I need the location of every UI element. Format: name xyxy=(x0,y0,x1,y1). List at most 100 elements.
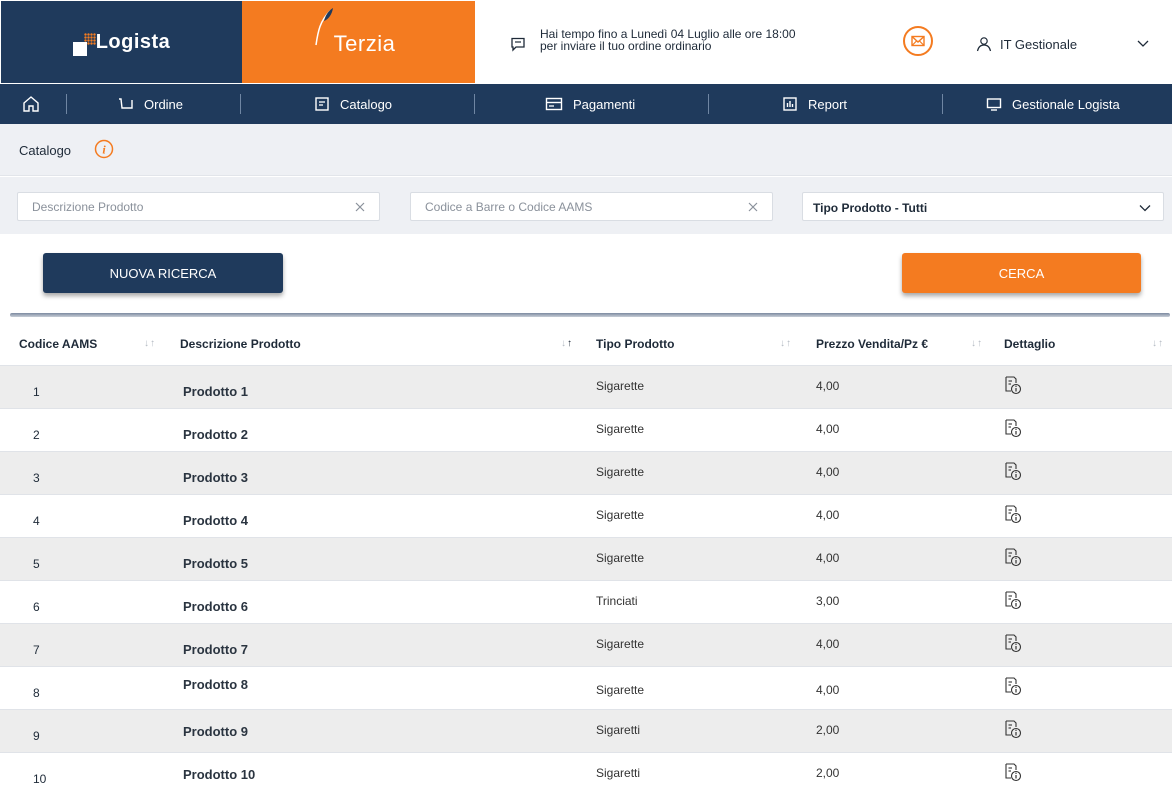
detail-icon[interactable] xyxy=(1004,461,1022,481)
column-header-type[interactable]: Tipo Prodotto xyxy=(596,337,674,351)
cell-code: 5 xyxy=(33,557,40,571)
column-header-description[interactable]: Descrizione Prodotto xyxy=(180,337,301,351)
detail-icon[interactable] xyxy=(1004,418,1022,438)
cell-code: 1 xyxy=(33,385,40,399)
table-row[interactable]: 10 Prodotto 10 Sigaretti 2,00 xyxy=(0,753,1172,794)
nav-item-gestionale[interactable]: Gestionale Logista xyxy=(986,84,1120,124)
detail-icon[interactable] xyxy=(1004,719,1022,739)
barcode-input[interactable] xyxy=(411,193,772,220)
sort-price-icon[interactable]: ↓↑ xyxy=(971,338,983,349)
table-row[interactable]: 2 Prodotto 2 Sigarette 4,00 xyxy=(0,409,1172,452)
cell-type: Sigarette xyxy=(596,637,645,651)
app-header: Logista Terzia Hai tempo fino a Lunedì 0… xyxy=(0,0,1172,84)
nav-item-ordine[interactable]: Ordine xyxy=(118,84,183,124)
description-input[interactable] xyxy=(18,193,379,220)
nav-item-label: Gestionale Logista xyxy=(1012,96,1120,112)
sort-code-icon[interactable]: ↓↑ xyxy=(144,338,156,349)
chevron-down-icon[interactable] xyxy=(1136,38,1150,48)
page-title: Catalogo xyxy=(19,143,72,158)
filter-bar: Tipo Prodotto - Tutti xyxy=(0,177,1172,234)
monitor-icon xyxy=(986,98,1002,111)
detail-icon[interactable] xyxy=(1004,375,1022,395)
detail-icon[interactable] xyxy=(1004,762,1022,782)
description-field xyxy=(17,192,380,221)
table-header: Codice AAMS ↓↑ Descrizione Prodotto ↓↑ T… xyxy=(0,322,1172,366)
main-nav: Ordine Catalogo Pagamenti Report Gestion… xyxy=(0,84,1172,124)
cell-type: Sigaretti xyxy=(596,723,641,737)
nav-home[interactable] xyxy=(22,84,40,124)
cell-price: 2,00 xyxy=(816,766,840,780)
cell-type: Sigaretti xyxy=(596,766,641,780)
sort-description-icon[interactable]: ↓↑ xyxy=(561,338,573,349)
cell-price: 2,00 xyxy=(816,723,840,737)
table-row[interactable]: 3 Prodotto 3 Sigarette 4,00 xyxy=(0,452,1172,495)
column-header-code[interactable]: Codice AAMS xyxy=(19,337,97,351)
clear-barcode-icon[interactable] xyxy=(748,202,758,212)
nav-item-report[interactable]: Report xyxy=(782,84,847,124)
terzia-logo-text: Terzia xyxy=(333,31,396,56)
order-deadline-notice: Hai tempo fino a Lunedì 04 Luglio alle o… xyxy=(510,28,796,52)
message-icon xyxy=(511,37,525,52)
detail-icon[interactable] xyxy=(1004,590,1022,610)
nav-separator xyxy=(66,94,67,114)
column-header-price[interactable]: Prezzo Vendita/Pz € xyxy=(816,337,928,351)
cell-description: Prodotto 5 xyxy=(183,556,248,571)
barcode-field xyxy=(410,192,773,221)
product-type-selected: Tipo Prodotto - Tutti xyxy=(813,201,928,215)
product-type-select[interactable]: Tipo Prodotto - Tutti xyxy=(802,192,1164,221)
cell-price: 3,00 xyxy=(816,594,840,608)
nav-separator xyxy=(474,94,475,114)
cell-type: Trinciati xyxy=(596,594,638,608)
user-icon xyxy=(976,37,992,52)
cell-code: 9 xyxy=(33,729,40,743)
nav-item-label: Report xyxy=(808,96,848,112)
detail-icon[interactable] xyxy=(1004,547,1022,567)
terzia-logo[interactable]: Terzia xyxy=(242,1,475,83)
nav-item-pagamenti[interactable]: Pagamenti xyxy=(545,84,635,124)
home-icon xyxy=(23,96,39,112)
chevron-down-icon xyxy=(1139,205,1151,212)
clear-description-icon[interactable] xyxy=(355,202,365,212)
cell-code: 8 xyxy=(33,686,40,700)
cell-code: 3 xyxy=(33,471,40,485)
notice-line-2: per inviare il tuo ordine ordinario xyxy=(540,39,712,53)
cell-description: Prodotto 3 xyxy=(183,470,248,485)
logista-logo[interactable]: Logista xyxy=(1,1,242,83)
cell-code: 2 xyxy=(33,428,40,442)
table-row[interactable]: 5 Prodotto 5 Sigarette 4,00 xyxy=(0,538,1172,581)
table-row[interactable]: 6 Prodotto 6 Trinciati 3,00 xyxy=(0,581,1172,624)
detail-icon[interactable] xyxy=(1004,504,1022,524)
cell-type: Sigarette xyxy=(596,379,645,393)
nav-separator xyxy=(942,94,943,114)
nav-separator xyxy=(708,94,709,114)
table-row[interactable]: 4 Prodotto 4 Sigarette 4,00 xyxy=(0,495,1172,538)
table-row[interactable]: 7 Prodotto 7 Sigarette 4,00 xyxy=(0,624,1172,667)
nav-separator xyxy=(240,94,241,114)
info-icon[interactable]: i xyxy=(94,139,114,159)
detail-icon[interactable] xyxy=(1004,676,1022,696)
column-header-detail[interactable]: Dettaglio xyxy=(1004,337,1055,351)
cell-description: Prodotto 9 xyxy=(183,724,248,739)
logista-mark-icon xyxy=(72,33,96,56)
table-row[interactable]: 1 Prodotto 1 Sigarette 4,00 xyxy=(0,366,1172,409)
cell-price: 4,00 xyxy=(816,551,840,565)
table-row[interactable]: 8 Prodotto 8 Sigarette 4,00 xyxy=(0,667,1172,710)
cell-description: Prodotto 1 xyxy=(183,384,248,399)
sort-type-icon[interactable]: ↓↑ xyxy=(780,338,792,349)
cell-price: 4,00 xyxy=(816,683,840,697)
table-row[interactable]: 9 Prodotto 9 Sigaretti 2,00 xyxy=(0,710,1172,753)
cell-type: Sigarette xyxy=(596,465,645,479)
mail-icon xyxy=(911,35,925,47)
action-bar: NUOVA RICERCA CERCA xyxy=(0,234,1172,314)
card-icon xyxy=(545,97,563,111)
mail-button[interactable] xyxy=(903,26,933,56)
cell-price: 4,00 xyxy=(816,508,840,522)
cart-icon xyxy=(119,98,133,109)
sort-detail-icon[interactable]: ↓↑ xyxy=(1152,338,1164,349)
nav-item-catalogo[interactable]: Catalogo xyxy=(314,84,392,124)
user-menu[interactable]: IT Gestionale xyxy=(976,36,1077,52)
new-search-button[interactable]: NUOVA RICERCA xyxy=(43,253,283,293)
detail-icon[interactable] xyxy=(1004,633,1022,653)
page-title-bar: Catalogo i xyxy=(0,124,1172,176)
search-button[interactable]: CERCA xyxy=(902,253,1141,293)
